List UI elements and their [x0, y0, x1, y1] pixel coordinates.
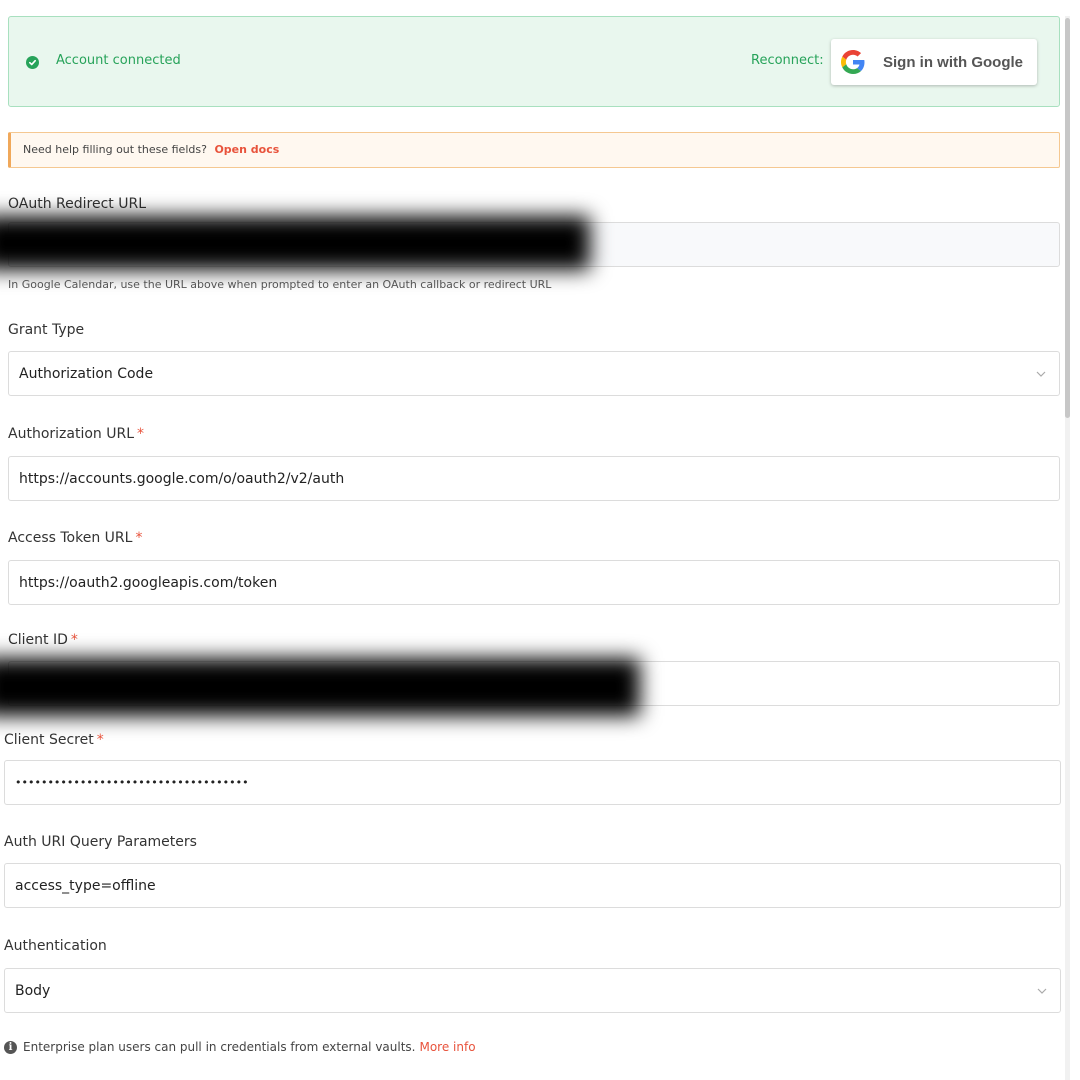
auth-uri-params-input[interactable]: access_type=offline — [4, 863, 1061, 908]
enterprise-note: i Enterprise plan users can pull in cred… — [4, 1040, 476, 1054]
redirect-url-label: OAuth Redirect URL — [8, 196, 146, 212]
grant-type-label: Grant Type — [8, 322, 85, 338]
redaction-overlay — [0, 658, 640, 716]
google-logo-icon — [841, 50, 865, 74]
auth-uri-params-label: Auth URI Query Parameters — [4, 834, 197, 850]
authorization-url-input[interactable]: https://accounts.google.com/o/oauth2/v2/… — [8, 456, 1060, 501]
grant-type-value: Authorization Code — [19, 365, 154, 382]
grant-type-select[interactable]: Authorization Code — [8, 351, 1060, 396]
info-icon: i — [4, 1040, 17, 1054]
client-secret-label-text: Client Secret — [4, 732, 94, 748]
more-info-link[interactable]: More info — [419, 1040, 475, 1054]
client-id-label: Client ID * — [8, 632, 78, 648]
check-circle-icon — [26, 56, 39, 69]
client-secret-label: Client Secret * — [4, 732, 104, 748]
required-marker: * — [96, 732, 104, 748]
authorization-url-label: Authorization URL * — [8, 426, 144, 442]
sign-in-with-google-button[interactable]: Sign in with Google — [831, 39, 1037, 85]
required-marker: * — [137, 426, 144, 442]
open-docs-link[interactable]: Open docs — [214, 143, 279, 156]
account-status-text: Account connected — [56, 53, 181, 68]
authentication-select[interactable]: Body — [4, 968, 1061, 1013]
account-connected-banner: Account connected Reconnect: Sign in wit… — [8, 16, 1060, 107]
redirect-url-hint: In Google Calendar, use the URL above wh… — [8, 278, 552, 291]
client-id-label-text: Client ID — [8, 632, 68, 648]
redaction-overlay — [0, 216, 590, 270]
required-marker: * — [70, 632, 78, 648]
enterprise-note-text: Enterprise plan users can pull in creden… — [23, 1040, 416, 1054]
access-token-url-label-text: Access Token URL — [8, 530, 133, 546]
help-banner: Need help filling out these fields? Open… — [8, 132, 1060, 168]
help-text: Need help filling out these fields? — [23, 143, 207, 156]
chevron-down-icon — [1037, 988, 1047, 994]
access-token-url-input[interactable]: https://oauth2.googleapis.com/token — [8, 560, 1060, 605]
authorization-url-label-text: Authorization URL — [8, 426, 134, 442]
sign-in-with-google-label: Sign in with Google — [883, 53, 1023, 71]
authentication-value: Body — [15, 982, 51, 999]
reconnect-label: Reconnect: — [751, 53, 824, 68]
access-token-url-label: Access Token URL * — [8, 530, 142, 546]
chevron-down-icon — [1036, 371, 1046, 377]
authentication-label: Authentication — [4, 938, 107, 954]
scrollbar-thumb[interactable] — [1065, 18, 1070, 418]
client-secret-input[interactable]: •••••••••••••••••••••••••••••••••••• — [4, 760, 1061, 805]
required-marker: * — [135, 530, 143, 546]
